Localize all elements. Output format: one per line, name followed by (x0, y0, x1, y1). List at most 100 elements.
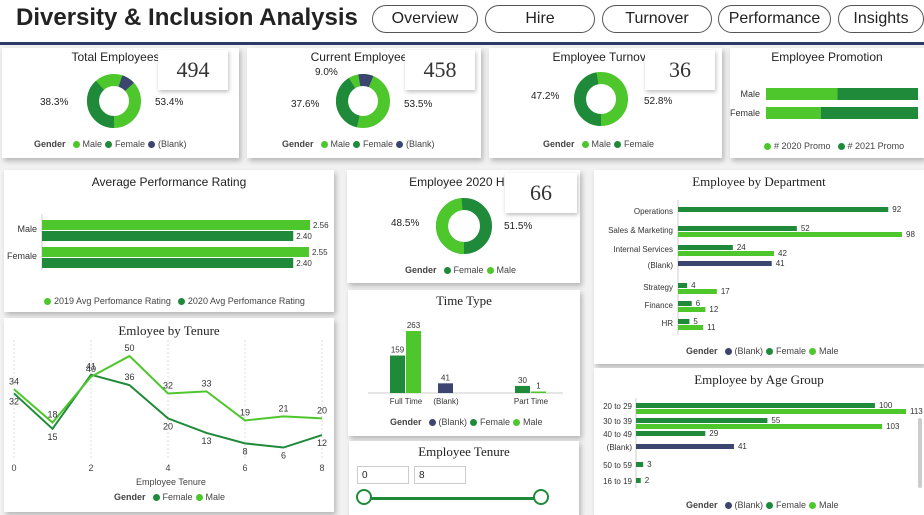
page-title: Diversity & Inclusion Analysis (16, 4, 358, 31)
bar (636, 444, 734, 449)
data-label: 15 (47, 432, 57, 442)
bar (636, 424, 883, 429)
data-label: 55 (771, 416, 780, 425)
promotion-legend: # 2020 Promo # 2021 Promo (764, 141, 904, 151)
legend-label: Male (330, 139, 351, 149)
gender-legend: Gender Male Female (Blank) (34, 139, 187, 149)
bar (678, 319, 690, 324)
data-label: 19 (240, 407, 250, 417)
data-label: 41 (738, 442, 747, 451)
legend-title: Gender (686, 500, 718, 510)
time-type-chart: 159 263 Full Time 41 (Blank) 30 1 Part Time (368, 321, 563, 406)
tab-turnover[interactable]: Turnover (602, 5, 712, 33)
department-card: Employee by Department Operations 92 Sales… (594, 170, 924, 364)
category-label: HR (661, 319, 673, 328)
category-label: (Blank) (607, 443, 633, 452)
data-label: 103 (886, 422, 900, 431)
tab-insights[interactable]: Insights (838, 5, 924, 33)
category-label: Strategy (643, 283, 673, 292)
data-label: 21 (278, 403, 288, 413)
slider-track (365, 497, 543, 500)
donut-left-pct: 48.5% (391, 218, 420, 229)
data-label: 36 (124, 372, 134, 382)
male-dot-icon (513, 418, 521, 426)
donut-top-pct: 9.0% (315, 67, 338, 78)
data-label: 2.40 (296, 232, 312, 241)
legend-label: Male (819, 346, 839, 356)
data-label: 2.40 (296, 259, 312, 268)
data-label: 3 (647, 460, 652, 469)
data-label: 5 (693, 317, 698, 326)
data-label: 29 (709, 429, 718, 438)
bar (406, 331, 421, 393)
bar (678, 251, 774, 256)
data-label: 18 (47, 410, 57, 420)
tenure-max-input[interactable]: 8 (414, 466, 466, 484)
tab-performance[interactable]: Performance (718, 5, 831, 33)
gender-legend: Gender Male Female (543, 139, 654, 149)
data-label: 6 (281, 451, 286, 461)
legend-label: # 2020 Promo (774, 141, 831, 151)
female-dot-icon (443, 266, 451, 274)
tenure-line-card: Emloyee by Tenure 0 2 4 6 8 32 15 41 36 20 13 8 6 12 3… (4, 318, 334, 512)
slider-min-handle[interactable] (356, 489, 372, 505)
age-group-chart: 20 to 29 100 113 30 to 39 55 103 40 to 49 29 (Bl… (603, 398, 923, 488)
legend-label: Male (819, 500, 839, 510)
tab-overview[interactable]: Overview (372, 5, 478, 33)
department-chart: Operations 92 Sales & Marketing 52 98 Interna… (608, 200, 915, 335)
bar (678, 245, 733, 250)
slider-max-handle[interactable] (533, 489, 549, 505)
legend-label: 2020 Avg Perfomance Rating (187, 296, 305, 306)
blank-dot-icon (724, 501, 732, 509)
hire-kpi: 66 (505, 173, 577, 213)
total-employees-kpi: 494 (158, 50, 228, 90)
header-divider (0, 42, 924, 45)
current-employees-kpi: 458 (405, 50, 475, 90)
category-label: 20 to 29 (603, 402, 632, 411)
data-label: 8 (242, 446, 247, 456)
bar (678, 301, 692, 306)
data-label: 12 (317, 438, 327, 448)
male-dot-icon (320, 140, 328, 148)
data-label: 24 (737, 243, 746, 252)
legend-title: Gender (543, 139, 575, 149)
data-label: 6 (696, 299, 701, 308)
category-label: (Blank) (433, 397, 459, 406)
male-dot-icon (195, 493, 203, 501)
scrollbar[interactable] (918, 418, 922, 488)
tenure-min-input[interactable]: 0 (357, 466, 409, 484)
legend-title: Gender (282, 139, 314, 149)
donut-left-pct: 37.6% (291, 99, 320, 110)
category-label: Operations (634, 207, 673, 216)
legend-label: (Blank) (734, 346, 764, 356)
data-label: 34 (9, 376, 19, 386)
card-title: Employee Tenure (418, 444, 510, 459)
data-label: 52 (801, 224, 810, 233)
category-label: Internal Services (613, 245, 673, 254)
bar (837, 88, 918, 100)
bar (766, 107, 821, 119)
data-label: 30 (518, 376, 527, 385)
tab-hire[interactable]: Hire (485, 5, 595, 33)
legend-label: Male (591, 139, 612, 149)
hire-donut (436, 198, 492, 254)
gender-legend: Gender (Blank) Female Male (686, 346, 839, 356)
category-label: Male (740, 89, 760, 99)
category-label: 30 to 39 (603, 417, 632, 426)
category-label: Female (7, 251, 37, 261)
gender-legend: Gender Male Female (Blank) (282, 139, 435, 149)
bar (636, 418, 768, 423)
legend-label: Male (523, 417, 543, 427)
data-label: 11 (707, 323, 716, 332)
legend-title: Gender (114, 492, 146, 502)
data-label: 92 (892, 205, 901, 214)
female-dot-icon (470, 418, 478, 426)
data-label: 42 (778, 249, 787, 258)
turnover-kpi: 36 (645, 50, 715, 90)
x-tick-label: 6 (242, 463, 247, 473)
category-label: (Blank) (648, 261, 674, 270)
legend-label: Male (82, 139, 103, 149)
promo-2020-dot-icon (764, 142, 771, 150)
total-employees-donut (87, 74, 141, 128)
age-group-card: Employee by Age Group 20 to 29 100 113 30 t… (594, 368, 924, 515)
